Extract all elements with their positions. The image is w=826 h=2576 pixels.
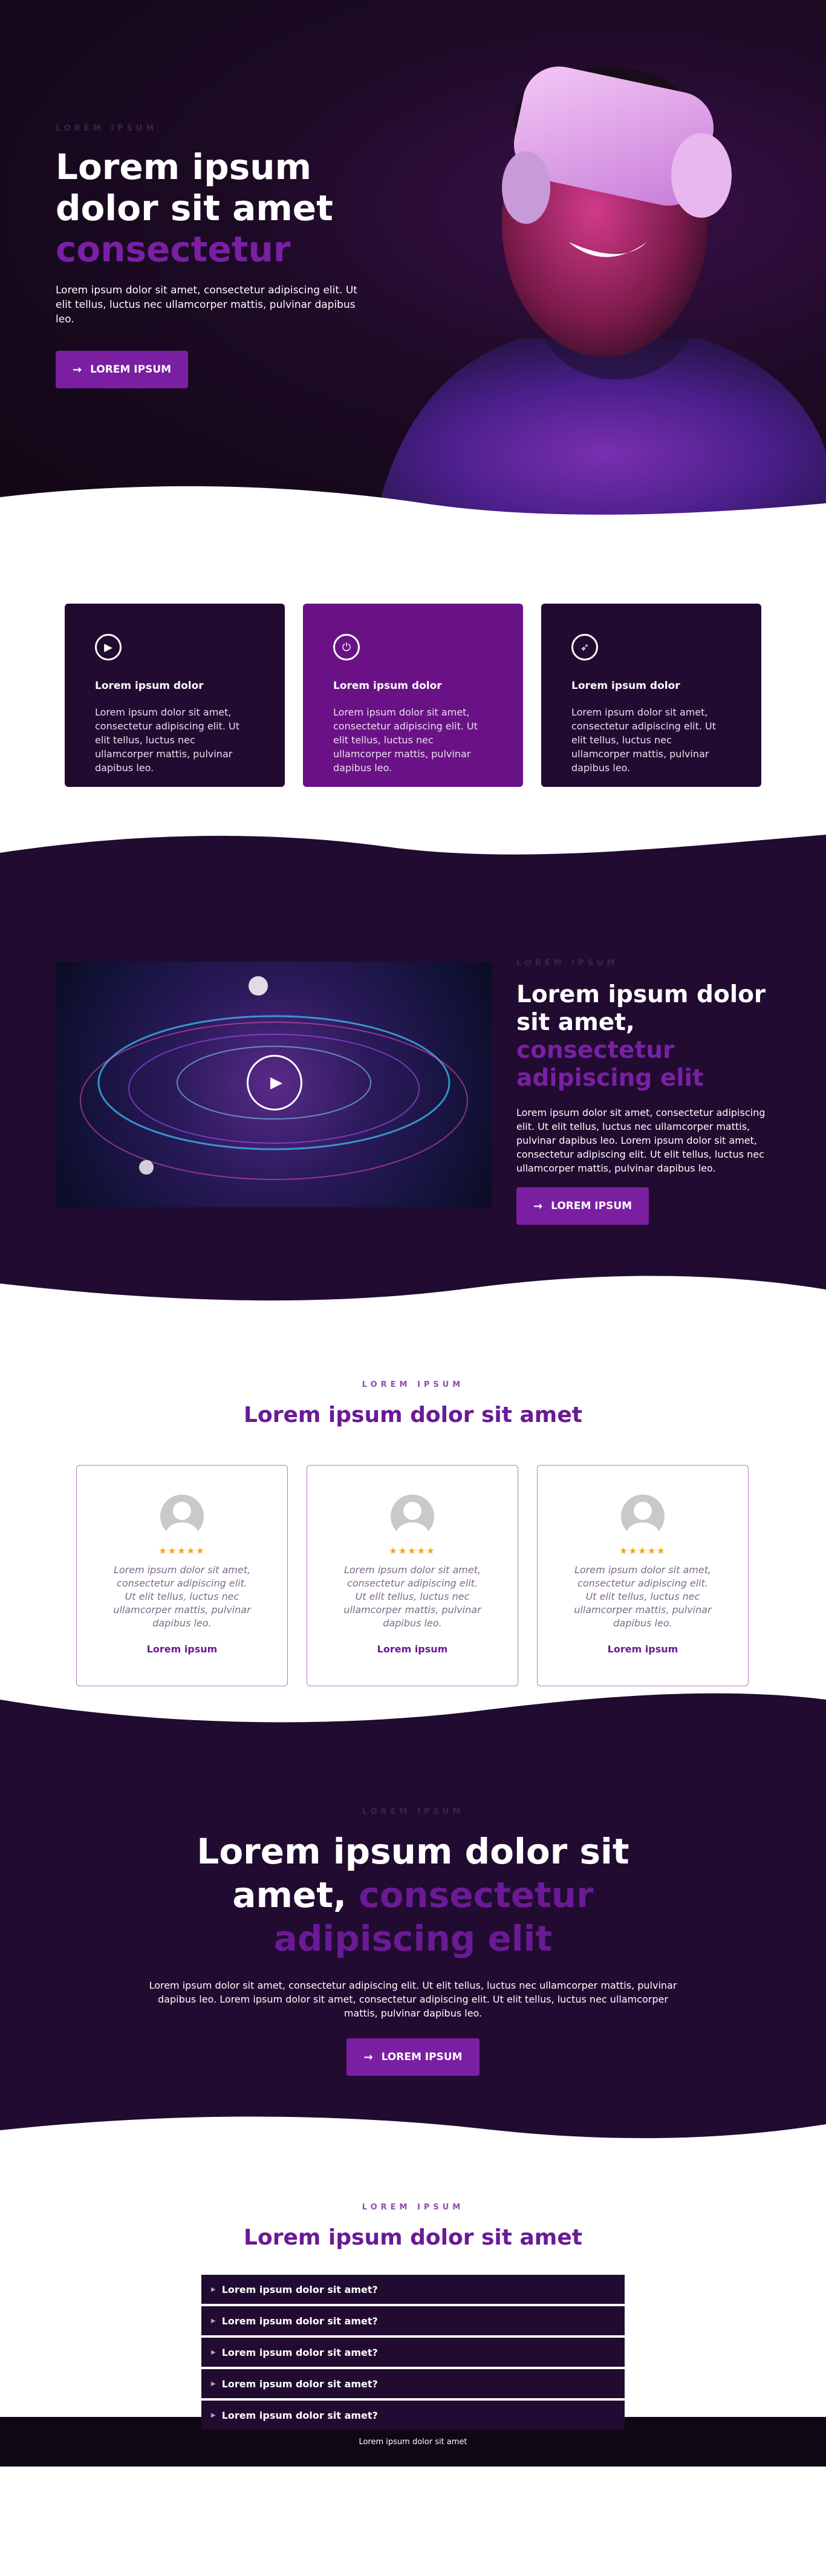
cta-button-label: LOREM IPSUM [381, 2051, 463, 2063]
hero-content: LOREM IPSUM Lorem ipsum dolor sit amet c… [56, 124, 394, 388]
testimonials-title: Lorem ipsum dolor sit amet [244, 1403, 582, 1427]
wave-divider [0, 835, 826, 872]
video-title-accent: consectetur adipiscing elit [516, 1037, 704, 1092]
wave-divider [0, 1693, 826, 1731]
faq-eyebrow: LOREM IPSUM [362, 2203, 464, 2212]
play-button[interactable]: ▶ [247, 1055, 302, 1110]
vr-headset-person-image [375, 66, 826, 520]
feature-card: ➶ Lorem ipsum dolor Lorem ipsum dolor si… [541, 604, 761, 787]
testimonial-grid: ★★★★★ Lorem ipsum dolor sit amet, consec… [76, 1465, 749, 1686]
features-section: ▶ Lorem ipsum dolor Lorem ipsum dolor si… [0, 520, 826, 871]
faq-item[interactable]: ▶ Lorem ipsum dolor sit amet? [201, 2275, 625, 2304]
faq-item[interactable]: ▶ Lorem ipsum dolor sit amet? [201, 2369, 625, 2398]
faq-item[interactable]: ▶ Lorem ipsum dolor sit amet? [201, 2338, 625, 2367]
testimonial-quote: Lorem ipsum dolor sit amet, consectetur … [343, 1564, 481, 1629]
feature-text: Lorem ipsum dolor sit amet, consectetur … [333, 706, 478, 774]
video-eyebrow: LOREM IPSUM [516, 959, 619, 968]
hero-title-accent: consectetur [56, 229, 291, 270]
video-player[interactable]: ▶ [56, 962, 492, 1207]
footer-text: Lorem ipsum dolor sit amet [359, 2437, 467, 2447]
faq-question: Lorem ipsum dolor sit amet? [221, 2346, 378, 2358]
wave-divider [0, 486, 826, 520]
feature-card: ▶ Lorem ipsum dolor Lorem ipsum dolor si… [65, 604, 285, 787]
avatar [621, 1495, 665, 1538]
feature-title: Lorem ipsum dolor [571, 680, 680, 692]
video-title: Lorem ipsum dolor sit amet, consectetur … [516, 981, 770, 1092]
hero-title-line1: Lorem ipsum [56, 146, 312, 187]
hero-cta-label: LOREM IPSUM [90, 364, 172, 376]
testimonial-quote: Lorem ipsum dolor sit amet, consectetur … [574, 1564, 712, 1629]
testimonial-card: ★★★★★ Lorem ipsum dolor sit amet, consec… [76, 1465, 288, 1686]
faq-question: Lorem ipsum dolor sit amet? [221, 2315, 378, 2327]
wave-divider [0, 1276, 826, 1308]
hero-title: Lorem ipsum dolor sit amet consectetur [56, 146, 394, 270]
cta-title: Lorem ipsum dolor sit amet, consectetur … [183, 1830, 643, 1960]
chevron-right-icon: ▶ [211, 2380, 216, 2387]
faq-item[interactable]: ▶ Lorem ipsum dolor sit amet? [201, 2306, 625, 2335]
arrow-right-icon: → [533, 1199, 543, 1213]
video-text: LOREM IPSUM Lorem ipsum dolor sit amet, … [516, 959, 770, 1225]
faq-question: Lorem ipsum dolor sit amet? [221, 2378, 378, 2390]
rocket-icon: ➶ [571, 634, 598, 660]
testimonial-card: ★★★★★ Lorem ipsum dolor sit amet, consec… [537, 1465, 749, 1686]
hero-text: Lorem ipsum dolor sit amet, consectetur … [56, 284, 357, 325]
testimonial-card: ★★★★★ Lorem ipsum dolor sit amet, consec… [307, 1465, 518, 1686]
cta-text: Lorem ipsum dolor sit amet, consectetur … [149, 1980, 677, 2019]
testimonials-section: LOREM IPSUM Lorem ipsum dolor sit amet ★… [0, 1306, 826, 1730]
testimonial-quote: Lorem ipsum dolor sit amet, consectetur … [113, 1564, 251, 1629]
feature-title: Lorem ipsum dolor [95, 680, 204, 692]
chevron-right-icon: ▶ [211, 2286, 216, 2293]
hero-section: LOREM IPSUM Lorem ipsum dolor sit amet c… [0, 0, 826, 520]
wave-divider [0, 2116, 826, 2142]
testimonials-eyebrow: LOREM IPSUM [362, 1380, 464, 1389]
video-title-plain: Lorem ipsum dolor sit amet, [516, 981, 766, 1036]
star-rating-icon: ★★★★★ [389, 1545, 436, 1556]
cta-section: LOREM IPSUM Lorem ipsum dolor sit amet, … [0, 1693, 826, 2142]
faq-item[interactable]: ▶ Lorem ipsum dolor sit amet? [201, 2401, 625, 2430]
feature-text: Lorem ipsum dolor sit amet, consectetur … [95, 706, 240, 774]
avatar [160, 1495, 204, 1538]
testimonial-name: Lorem ipsum [607, 1643, 678, 1655]
feature-grid: ▶ Lorem ipsum dolor Lorem ipsum dolor si… [65, 604, 761, 787]
hero-cta-button[interactable]: → LOREM IPSUM [56, 351, 189, 388]
arrow-right-icon: → [73, 363, 82, 376]
arrow-right-icon: → [363, 2050, 373, 2064]
avatar [391, 1495, 434, 1538]
faq-list: ▶ Lorem ipsum dolor sit amet? ▶ Lorem ip… [201, 2275, 625, 2432]
testimonial-name: Lorem ipsum [146, 1643, 218, 1655]
cta-eyebrow: LOREM IPSUM [362, 1807, 464, 1816]
cta-button[interactable]: → LOREM IPSUM [346, 2038, 480, 2076]
video-body: Lorem ipsum dolor sit amet, consectetur … [516, 1107, 766, 1174]
feature-text: Lorem ipsum dolor sit amet, consectetur … [571, 706, 717, 774]
feature-title: Lorem ipsum dolor [333, 680, 442, 692]
video-cta-label: LOREM IPSUM [551, 1200, 633, 1212]
star-rating-icon: ★★★★★ [619, 1545, 666, 1556]
chevron-right-icon: ▶ [211, 2411, 216, 2419]
hero-title-line2: dolor sit amet [56, 187, 333, 229]
star-rating-icon: ★★★★★ [158, 1545, 206, 1556]
chevron-right-icon: ▶ [211, 2317, 216, 2324]
video-cta-button[interactable]: → LOREM IPSUM [516, 1187, 649, 1225]
faq-section: LOREM IPSUM Lorem ipsum dolor sit amet ▶… [0, 2141, 826, 2430]
feature-card: ⏻ Lorem ipsum dolor Lorem ipsum dolor si… [303, 604, 523, 787]
play-icon: ▶ [270, 1074, 282, 1092]
faq-title: Lorem ipsum dolor sit amet [244, 2225, 582, 2250]
hero-eyebrow: LOREM IPSUM [56, 124, 158, 133]
video-section: ▶ LOREM IPSUM Lorem ipsum dolor sit amet… [0, 835, 826, 1308]
faq-question: Lorem ipsum dolor sit amet? [221, 2283, 378, 2295]
play-icon: ▶ [95, 634, 122, 660]
power-icon: ⏻ [333, 634, 360, 660]
testimonial-name: Lorem ipsum [377, 1643, 448, 1655]
chevron-right-icon: ▶ [211, 2349, 216, 2356]
faq-question: Lorem ipsum dolor sit amet? [221, 2409, 378, 2421]
